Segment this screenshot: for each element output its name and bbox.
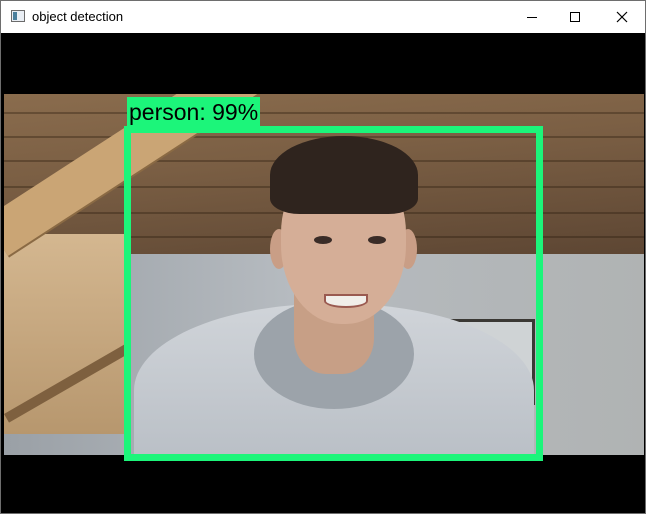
close-button[interactable]: [599, 1, 645, 33]
app-window-icon[interactable]: [11, 10, 25, 22]
minimize-icon: [527, 17, 537, 18]
title-bar[interactable]: object detection: [1, 1, 645, 33]
minimize-button[interactable]: [509, 1, 555, 33]
detection-bounding-box: [124, 126, 543, 461]
maximize-button[interactable]: [552, 1, 598, 33]
window-title: object detection: [32, 9, 124, 24]
detection-label: person: 99%: [127, 97, 261, 126]
close-icon: [616, 11, 628, 23]
app-window: object detection person: 99%: [0, 0, 646, 514]
maximize-icon: [570, 12, 580, 22]
